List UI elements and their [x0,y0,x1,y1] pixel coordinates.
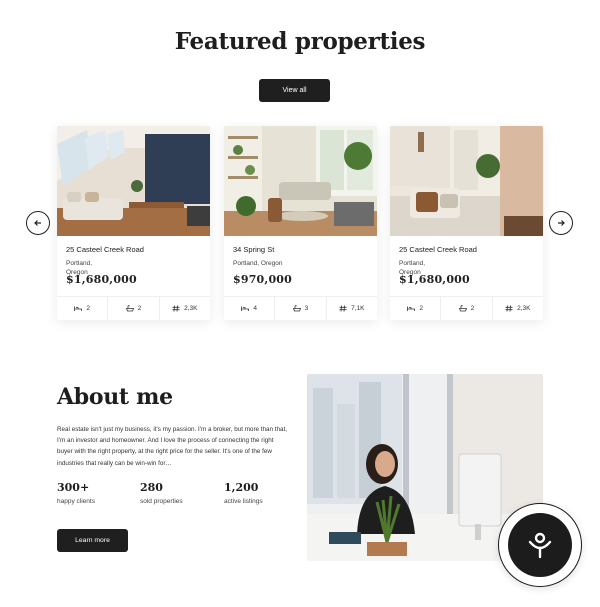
baths-stat: 3 [275,297,327,320]
view-all-button[interactable]: View all [259,79,330,102]
property-photo [57,126,210,236]
metric-value: 300+ [57,481,90,494]
bath-icon [458,305,467,312]
bath-icon [292,305,301,312]
property-name: 25 Casteel Creek Road [399,245,477,254]
bed-icon [241,306,250,311]
beds-count: 2 [419,305,423,312]
property-price: $1,680,000 [66,273,137,286]
beds-stat: 4 [224,297,276,320]
bed-icon [407,306,416,311]
bath-icon [125,305,134,312]
beds-stat: 2 [390,297,442,320]
property-price: $1,680,000 [399,273,470,286]
arrow-left-icon [34,220,41,226]
area-hash-icon [505,305,513,312]
baths-count: 3 [304,305,309,312]
carousel-next-button[interactable] [549,211,573,235]
property-city: Portland, Oregon [233,260,283,267]
metric-label: sold properties [140,498,183,505]
logo-circle [508,513,572,577]
area-hash-icon [172,305,180,312]
area-stat: 7,1K [327,297,377,320]
metric-happy-clients: 300+ happy clients [57,481,95,505]
beds-stat: 2 [57,297,109,320]
area-size: 2,3K [184,305,198,312]
baths-count: 2 [470,305,475,312]
property-name: 25 Casteel Creek Road [66,245,144,254]
metric-value: 280 [140,481,163,494]
property-price: $970,000 [233,273,293,286]
metric-value: 1,200 [224,481,259,494]
property-stats: 2 2 2,3K [57,296,210,320]
floating-logo-button[interactable] [498,503,582,587]
property-card[interactable]: 25 Casteel Creek Road Portland, Oregon $… [57,126,210,320]
property-card[interactable]: 25 Casteel Creek Road Portland, Oregon $… [390,126,543,320]
about-title: About me [57,384,173,410]
metric-active-listings: 1,200 active listings [224,481,263,505]
baths-stat: 2 [108,297,160,320]
baths-stat: 2 [441,297,493,320]
metric-label: active listings [224,498,263,505]
area-stat: 2,3K [160,297,210,320]
featured-title: Featured properties [174,28,426,55]
area-hash-icon [339,305,347,312]
bed-icon [74,306,83,311]
learn-more-button[interactable]: Learn more [57,529,128,552]
area-size: 7,1K [351,305,365,312]
area-size: 2,3K [517,305,531,312]
property-photo [390,126,543,236]
area-stat: 2,3K [493,297,543,320]
about-text: Real estate isn't just my business, it's… [57,426,288,467]
arrow-right-icon [558,220,565,226]
property-name: 34 Spring St [233,245,275,254]
metric-sold-properties: 280 sold properties [140,481,183,505]
carousel-prev-button[interactable] [26,211,50,235]
property-stats: 2 2 2,3K [390,296,543,320]
beds-count: 4 [253,305,257,312]
beds-count: 2 [86,305,90,312]
baths-count: 2 [137,305,142,312]
person-logo-icon [528,532,552,559]
property-stats: 4 3 7,1K [224,296,377,320]
property-photo [224,126,377,236]
metric-label: happy clients [57,498,95,505]
property-card[interactable]: 34 Spring St Portland, Oregon $970,000 4… [224,126,377,320]
